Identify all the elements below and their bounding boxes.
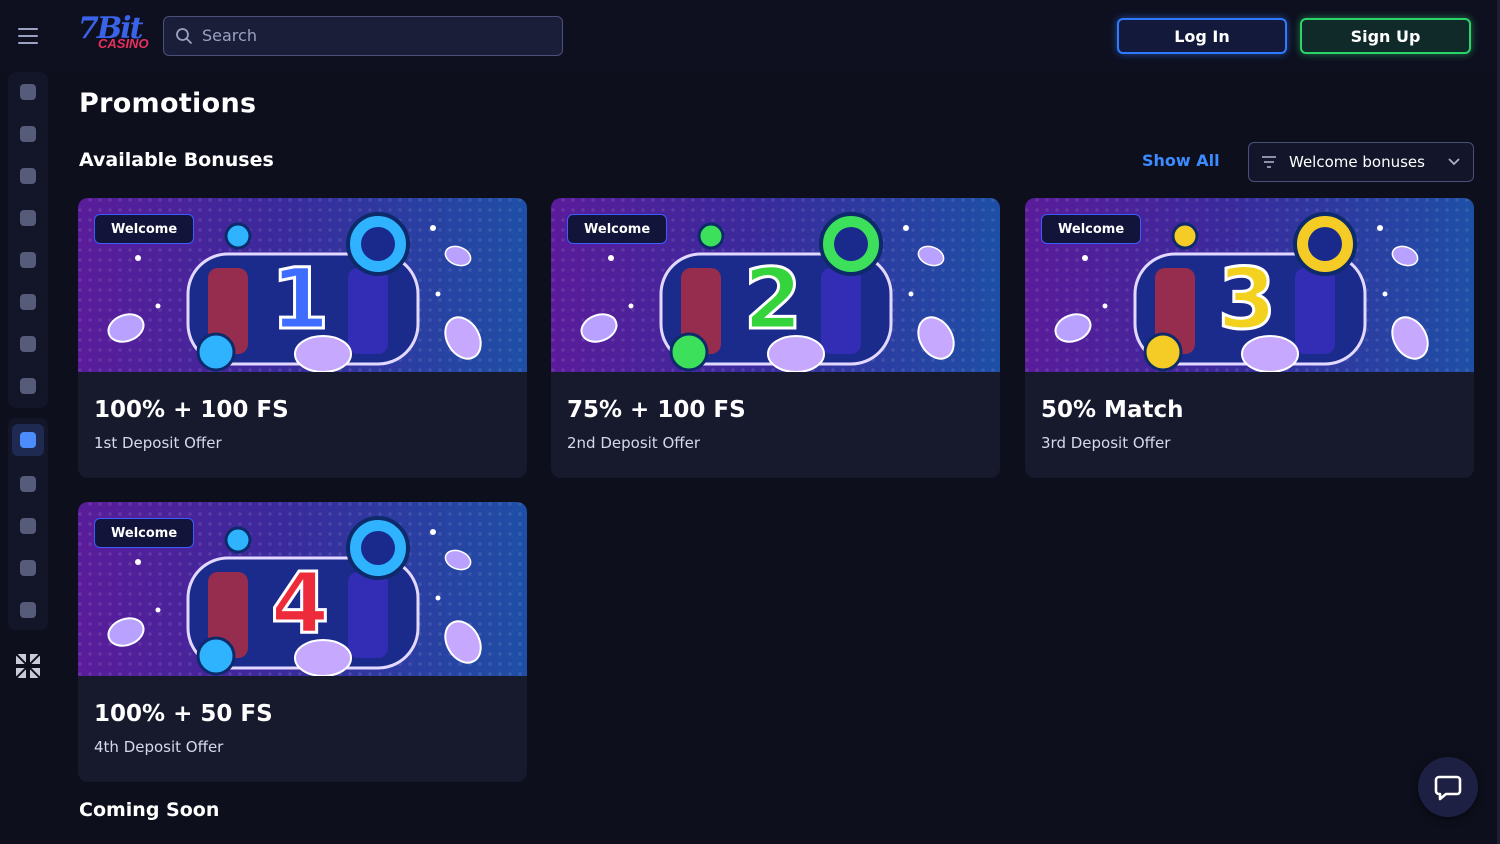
bonus-title: 100% + 50 FS [94,701,273,727]
chevron-down-icon [1448,158,1460,166]
page-title: Promotions [79,88,257,119]
bonus-card[interactable]: 1 Welcome 100% + 100 FS 1st Deposit Offe… [78,198,527,478]
coming-soon-title: Coming Soon [79,799,220,821]
filter-icon [1262,156,1276,168]
dealer-icon[interactable] [16,290,40,314]
svg-text:4: 4 [271,554,329,652]
gift-icon[interactable] [12,424,44,456]
bonus-subtitle: 3rd Deposit Offer [1041,434,1171,452]
bonus-card[interactable]: 3 Welcome 50% Match 3rd Deposit Offer [1025,198,1474,478]
bonus-subtitle: 4th Deposit Offer [94,738,224,756]
search-icon [176,28,192,44]
filter-selected-value: Welcome bonuses [1289,153,1425,171]
logo-sub-text: CASINO [98,36,149,51]
chat-bubble-icon [1434,775,1462,801]
bonus-subtitle: 1st Deposit Offer [94,434,222,452]
target-icon[interactable] [16,206,40,230]
welcome-badge: Welcome [94,518,195,548]
bonus-filter-dropdown[interactable]: Welcome bonuses [1248,142,1474,182]
top-header: 7Bit CASINO Log In Sign Up [0,0,1500,72]
credit-card-icon[interactable] [16,556,40,580]
welcome-badge: Welcome [1041,214,1142,244]
uk-flag-icon[interactable] [16,654,40,678]
treasure-icon[interactable] [16,598,40,622]
search-input[interactable] [202,17,552,54]
section-title: Available Bonuses [79,149,274,171]
search-bar[interactable] [163,16,563,56]
rocket-icon[interactable] [16,332,40,356]
bonus-title: 50% Match [1041,397,1184,423]
fire-icon[interactable] [16,80,40,104]
welcome-badge: Welcome [567,214,668,244]
bonus-title: 100% + 100 FS [94,397,289,423]
chat-button[interactable] [1418,757,1478,817]
bonus-subtitle: 2nd Deposit Offer [567,434,700,452]
login-button[interactable]: Log In [1117,18,1287,54]
bonus-card[interactable]: 2 Welcome 75% + 100 FS 2nd Deposit Offer [551,198,1000,478]
svg-text:2: 2 [744,250,802,348]
clubs-icon[interactable] [16,248,40,272]
svg-text:1: 1 [271,250,329,348]
lightning-icon[interactable] [16,164,40,188]
crown-icon[interactable] [16,514,40,538]
cards-icon[interactable] [16,374,40,398]
menu-icon[interactable] [18,28,38,44]
welcome-badge: Welcome [94,214,195,244]
trophy-icon[interactable] [16,472,40,496]
bonus-title: 75% + 100 FS [567,397,746,423]
bonus-card[interactable]: 4 Welcome 100% + 50 FS 4th Deposit Offer [78,502,527,782]
show-all-link[interactable]: Show All [1142,151,1220,170]
stars-icon[interactable] [16,122,40,146]
logo[interactable]: 7Bit CASINO [78,14,150,58]
signup-button[interactable]: Sign Up [1300,18,1471,54]
svg-text:3: 3 [1218,250,1276,348]
